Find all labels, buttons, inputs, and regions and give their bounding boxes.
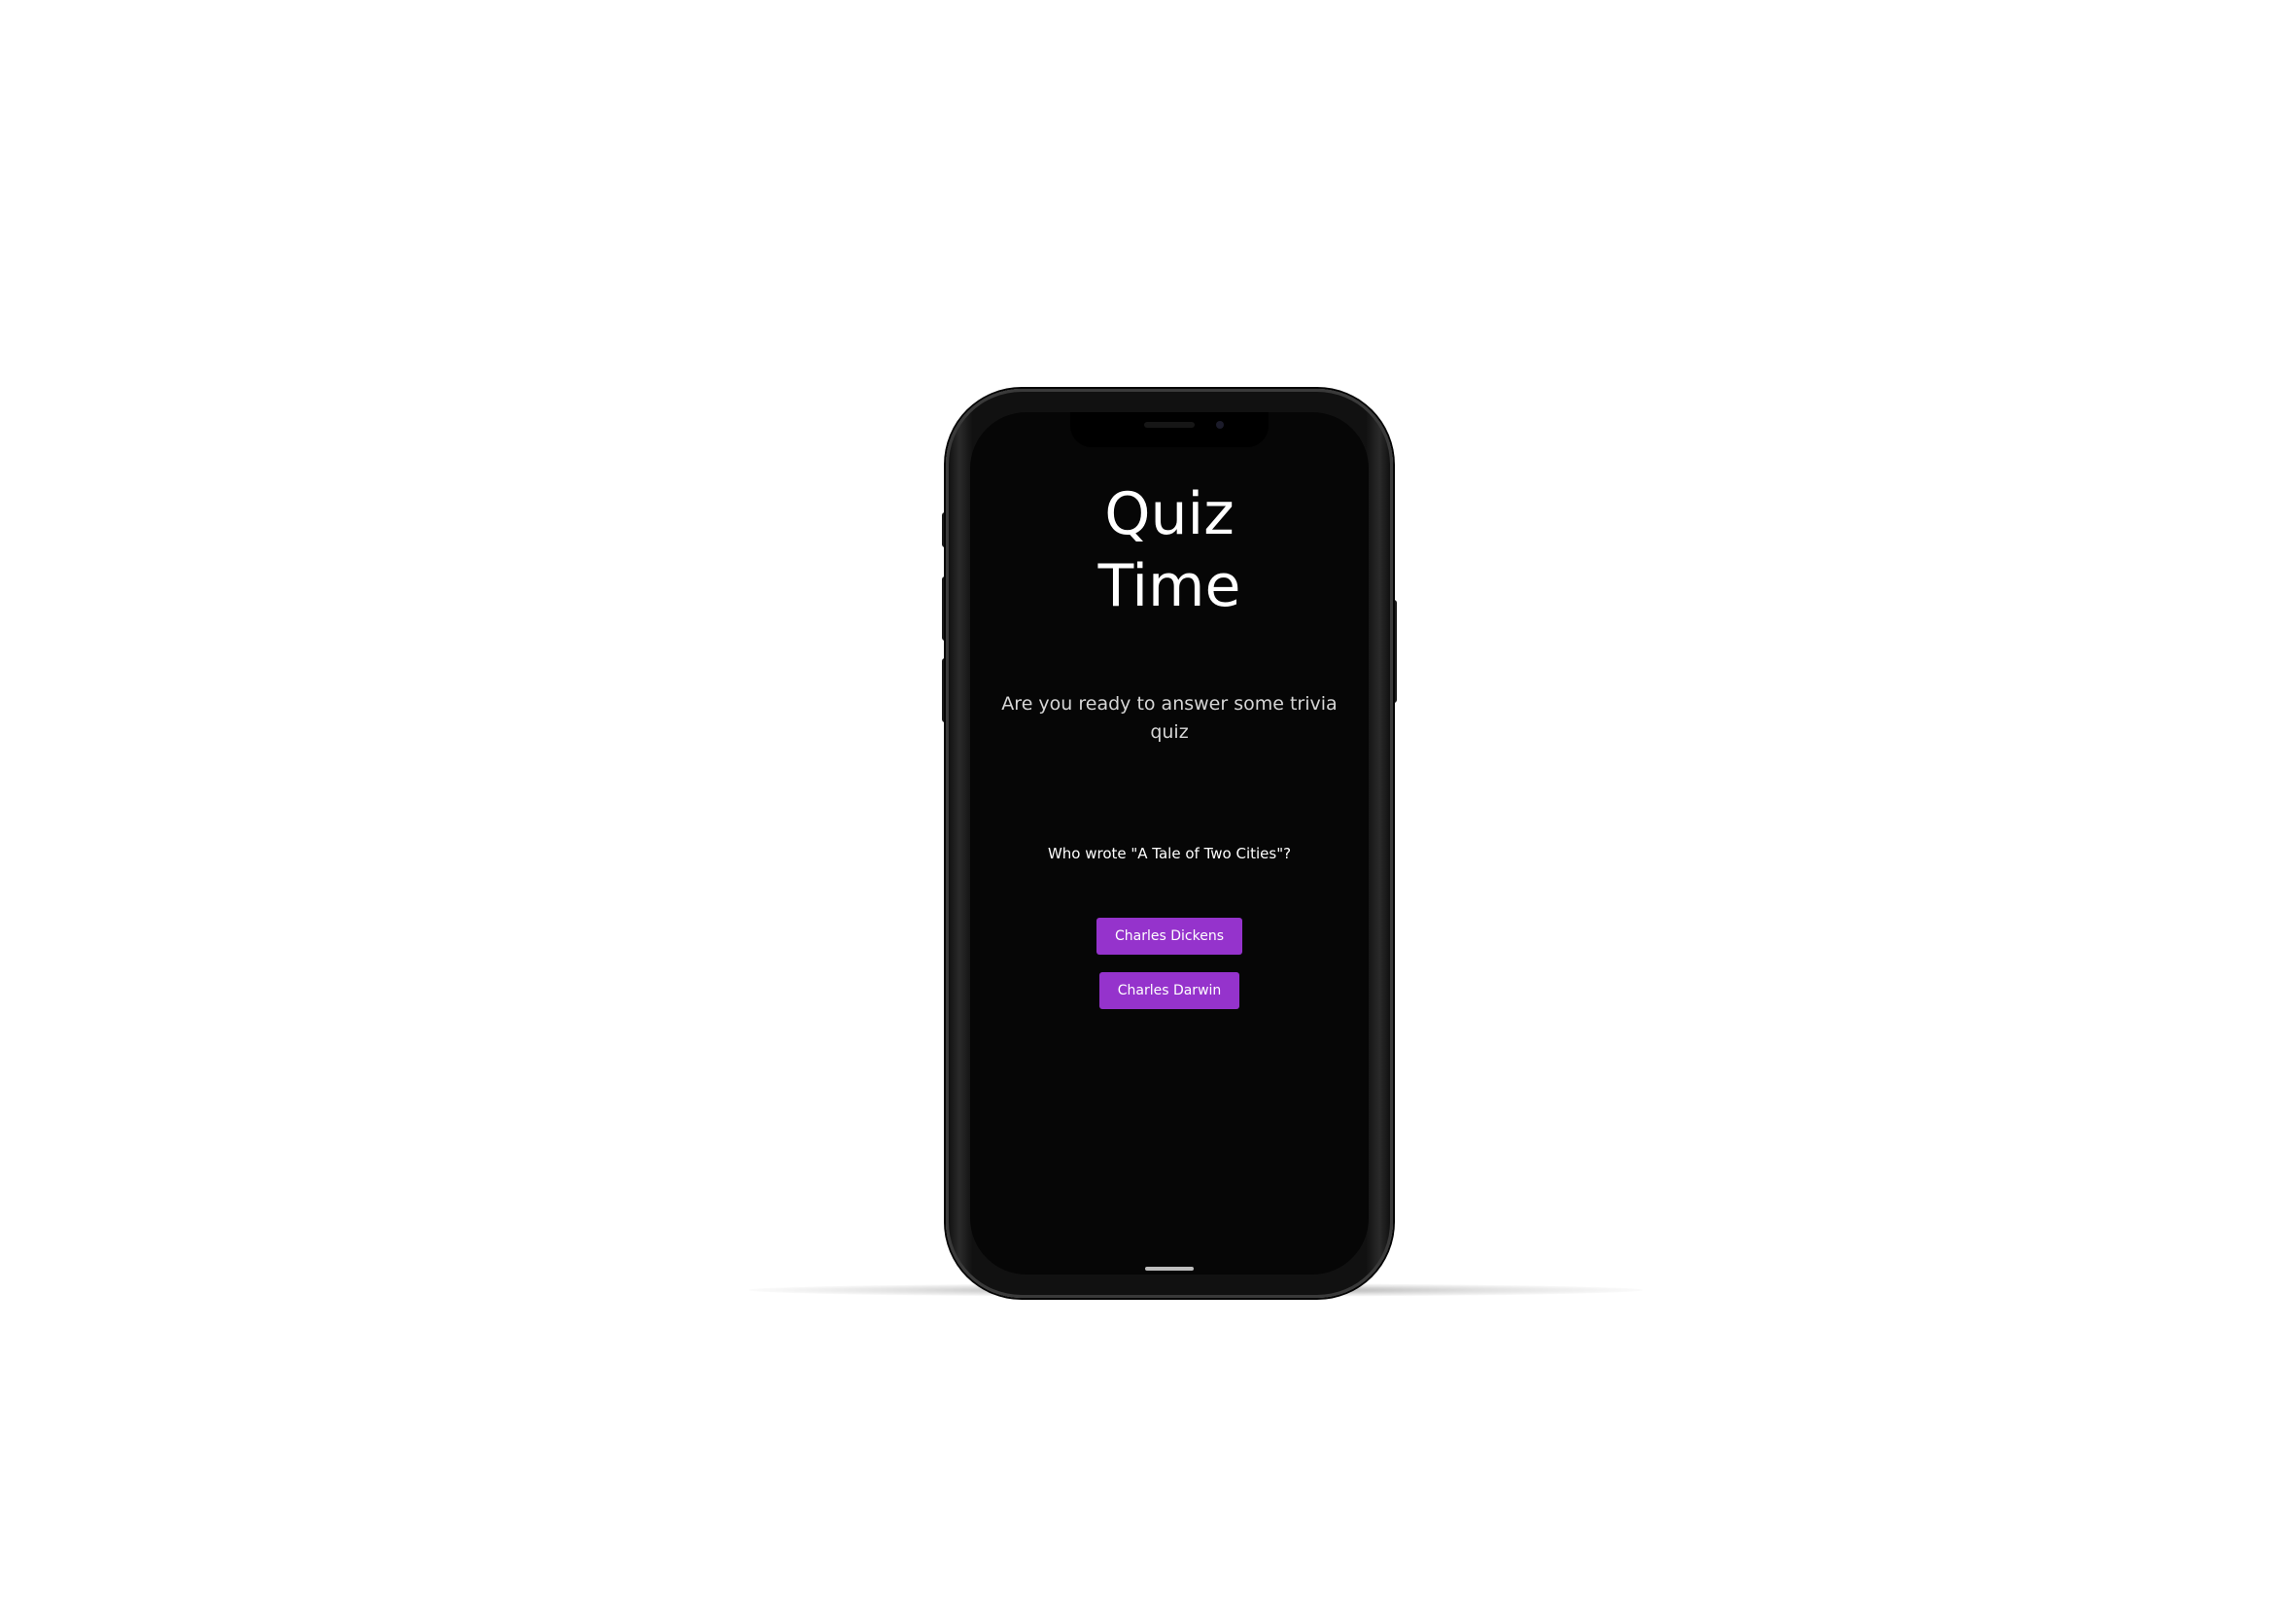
- answer-button-charles-darwin[interactable]: Charles Darwin: [1098, 972, 1240, 1009]
- title-line-1: Quiz: [1104, 480, 1235, 548]
- home-indicator[interactable]: [1145, 1267, 1194, 1271]
- title-line-2: Time: [1097, 552, 1241, 620]
- question-text: Who wrote "A Tale of Two Cities"?: [1047, 845, 1292, 862]
- notch-speaker-icon: [1144, 422, 1195, 428]
- front-camera-icon: [1216, 421, 1224, 429]
- notch: [1070, 412, 1269, 447]
- answer-button-charles-dickens[interactable]: Charles Dickens: [1096, 918, 1242, 955]
- answer-list: Charles Dickens Charles Darwin: [970, 918, 1369, 1027]
- intro-text: Are you ready to answer some trivia quiz: [1001, 693, 1338, 743]
- mockup-scene: Quiz Time Are you ready to answer some t…: [0, 0, 2296, 1607]
- quiz-app: Quiz Time Are you ready to answer some t…: [970, 412, 1369, 1275]
- phone-screen: Quiz Time Are you ready to answer some t…: [970, 412, 1369, 1275]
- page-title: Quiz Time: [970, 478, 1369, 622]
